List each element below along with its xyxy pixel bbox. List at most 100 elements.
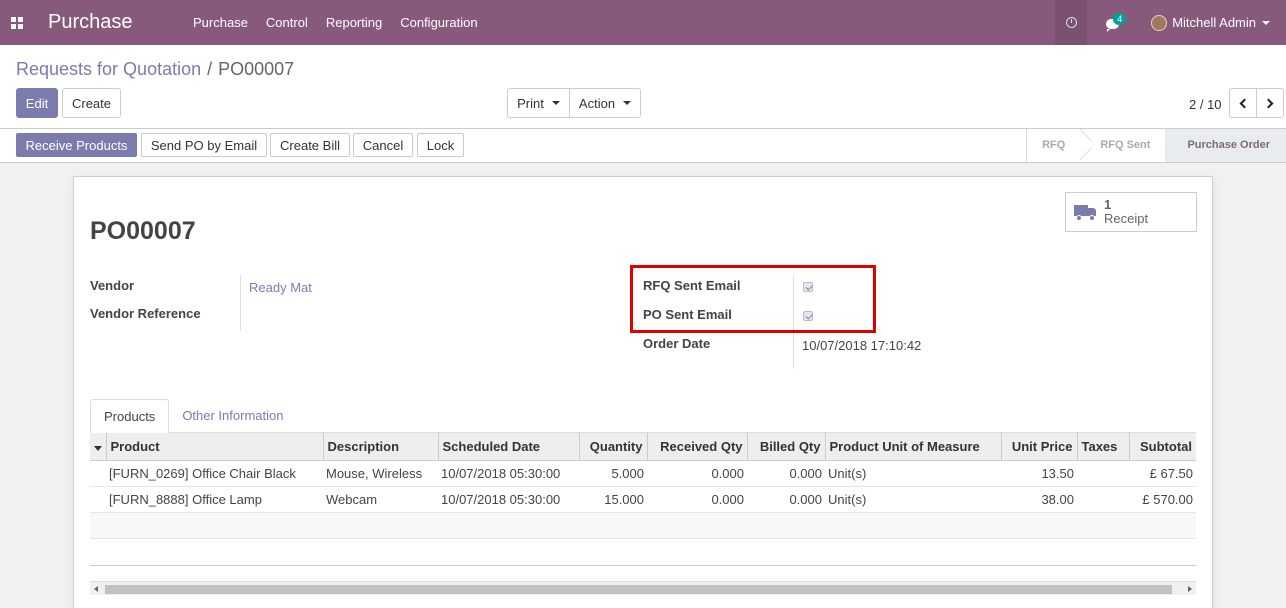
scroll-right-icon[interactable] bbox=[1188, 586, 1192, 592]
top-navbar: Purchase Purchase Control Reporting Conf… bbox=[0, 0, 1286, 45]
breadcrumb-current: PO00007 bbox=[218, 59, 295, 79]
stage-rfq: RFQ bbox=[1042, 139, 1066, 151]
caret-down-icon bbox=[623, 101, 632, 105]
column-description[interactable]: Description bbox=[322, 433, 438, 461]
cell-product: [FURN_8888] Office Lamp bbox=[106, 486, 323, 513]
column-scheduled-date[interactable]: Scheduled Date bbox=[437, 433, 579, 461]
apps-menu-icon[interactable] bbox=[0, 0, 34, 45]
edit-button[interactable]: Edit bbox=[16, 88, 58, 118]
order-date-value: 10/07/2018 17:10:42 bbox=[802, 338, 922, 353]
cell-subtotal: £ 67.50 bbox=[1129, 460, 1196, 487]
table-header-row: Product Description Scheduled Date Quant… bbox=[90, 433, 1196, 461]
order-date-label: Order Date bbox=[643, 336, 711, 351]
user-menu[interactable]: Mitchell Admin bbox=[1137, 0, 1286, 45]
tab-products[interactable]: Products bbox=[90, 399, 170, 434]
scroll-left-icon[interactable] bbox=[94, 586, 98, 592]
activity-clock-icon[interactable] bbox=[1055, 0, 1088, 45]
menu-item-configuration[interactable]: Configuration bbox=[391, 0, 486, 45]
table-footer-line bbox=[90, 565, 1196, 566]
cell-unit-of-measure: Unit(s) bbox=[825, 486, 1001, 513]
pager-next-button[interactable] bbox=[1256, 88, 1284, 118]
horizontal-scrollbar[interactable] bbox=[90, 581, 1196, 595]
chevron-left-icon bbox=[1239, 98, 1250, 108]
pager-value: 2 / 10 bbox=[1189, 97, 1222, 112]
highlight-annotation bbox=[630, 265, 876, 333]
cell-unit-price: 13.50 bbox=[1001, 460, 1077, 487]
column-unit-of-measure[interactable]: Product Unit of Measure bbox=[824, 433, 1001, 461]
breadcrumb-parent-link[interactable]: Requests for Quotation bbox=[16, 59, 201, 80]
notebook-tabs: Products Other Information bbox=[90, 399, 1196, 434]
chat-button[interactable]: 4 bbox=[1087, 0, 1137, 45]
breadcrumb: Requests for Quotation / PO00007 bbox=[16, 59, 294, 80]
record-title: PO00007 bbox=[90, 217, 196, 245]
menu-item-purchase[interactable]: Purchase bbox=[184, 0, 257, 45]
status-stages: RFQ RFQ Sent Purchase Order bbox=[1026, 129, 1286, 162]
stage-purchase-order: Purchase Order bbox=[1165, 129, 1286, 162]
cell-scheduled-date: 10/07/2018 05:30:00 bbox=[438, 460, 579, 487]
chevron-right-icon bbox=[1263, 98, 1274, 108]
column-subtotal[interactable]: Subtotal bbox=[1128, 433, 1196, 461]
table-row[interactable]: [FURN_8888] Office Lamp Webcam 10/07/201… bbox=[90, 486, 1196, 513]
stage-divider bbox=[1080, 129, 1092, 162]
caret-down-icon bbox=[551, 101, 560, 105]
cell-unit-price: 38.00 bbox=[1001, 486, 1077, 513]
cell-billed-qty: 0.000 bbox=[747, 486, 825, 513]
action-dropdown-button[interactable]: Action bbox=[569, 88, 641, 118]
row-handle bbox=[90, 486, 106, 513]
cell-description: Webcam bbox=[323, 486, 438, 513]
column-quantity[interactable]: Quantity bbox=[578, 433, 647, 461]
statusbar: Receive Products Send PO by Email Create… bbox=[0, 129, 1286, 163]
cell-description: Mouse, Wireless bbox=[323, 460, 438, 487]
cell-billed-qty: 0.000 bbox=[747, 460, 825, 487]
vendor-reference-label: Vendor Reference bbox=[90, 306, 201, 321]
cell-product: [FURN_0269] Office Chair Black bbox=[106, 460, 323, 487]
form-sheet: 1 Receipt PO00007 Vendor Vendor Referenc… bbox=[73, 176, 1213, 608]
vendor-value-link[interactable]: Ready Mat bbox=[249, 280, 312, 295]
truck-icon bbox=[1074, 203, 1098, 221]
create-bill-button[interactable]: Create Bill bbox=[270, 133, 350, 157]
receipt-smart-button[interactable]: 1 Receipt bbox=[1065, 192, 1197, 232]
scroll-thumb[interactable] bbox=[105, 585, 1172, 594]
vendor-label: Vendor bbox=[90, 278, 135, 293]
sort-caret-icon bbox=[94, 445, 102, 451]
send-po-by-email-button[interactable]: Send PO by Email bbox=[141, 133, 267, 157]
receipt-count: 1 bbox=[1104, 197, 1112, 212]
cell-received-qty: 0.000 bbox=[647, 486, 747, 513]
cell-unit-of-measure: Unit(s) bbox=[825, 460, 1001, 487]
row-handle bbox=[90, 460, 106, 487]
tab-other-information[interactable]: Other Information bbox=[169, 399, 296, 433]
field-separator bbox=[240, 275, 241, 331]
cell-quantity: 15.000 bbox=[579, 486, 647, 513]
avatar bbox=[1151, 14, 1168, 31]
column-billed-qty[interactable]: Billed Qty bbox=[746, 433, 825, 461]
action-label: Action bbox=[578, 95, 616, 111]
table-row[interactable]: [FURN_0269] Office Chair Black Mouse, Wi… bbox=[90, 460, 1196, 487]
cell-scheduled-date: 10/07/2018 05:30:00 bbox=[438, 486, 579, 513]
column-product[interactable]: Product bbox=[105, 433, 323, 461]
chevron-down-icon bbox=[1262, 20, 1270, 25]
column-taxes[interactable]: Taxes bbox=[1076, 433, 1129, 461]
empty-row bbox=[90, 512, 1196, 539]
sort-column[interactable] bbox=[90, 433, 106, 461]
menu-item-reporting[interactable]: Reporting bbox=[317, 0, 391, 45]
cell-subtotal: £ 570.00 bbox=[1129, 486, 1196, 513]
create-button[interactable]: Create bbox=[62, 88, 121, 118]
cancel-button[interactable]: Cancel bbox=[353, 133, 413, 157]
breadcrumb-separator: / bbox=[207, 59, 213, 79]
menu-item-control[interactable]: Control bbox=[257, 0, 317, 45]
cell-taxes bbox=[1077, 460, 1129, 487]
receipt-label: Receipt bbox=[1104, 211, 1149, 226]
main-menu: Purchase Control Reporting Configuration bbox=[184, 0, 487, 45]
stage-rfq-sent: RFQ Sent bbox=[1100, 139, 1151, 151]
print-label: Print bbox=[517, 95, 544, 111]
control-panel: Requests for Quotation / PO00007 Edit Cr… bbox=[0, 45, 1286, 129]
cell-taxes bbox=[1077, 486, 1129, 513]
pager-previous-button[interactable] bbox=[1229, 88, 1257, 118]
app-title: Purchase bbox=[48, 11, 133, 33]
print-dropdown-button[interactable]: Print bbox=[507, 88, 570, 118]
column-received-qty[interactable]: Received Qty bbox=[646, 433, 747, 461]
column-unit-price[interactable]: Unit Price bbox=[1000, 433, 1077, 461]
receive-products-button[interactable]: Receive Products bbox=[16, 133, 137, 157]
user-name: Mitchell Admin bbox=[1172, 15, 1256, 30]
lock-button[interactable]: Lock bbox=[417, 133, 464, 157]
